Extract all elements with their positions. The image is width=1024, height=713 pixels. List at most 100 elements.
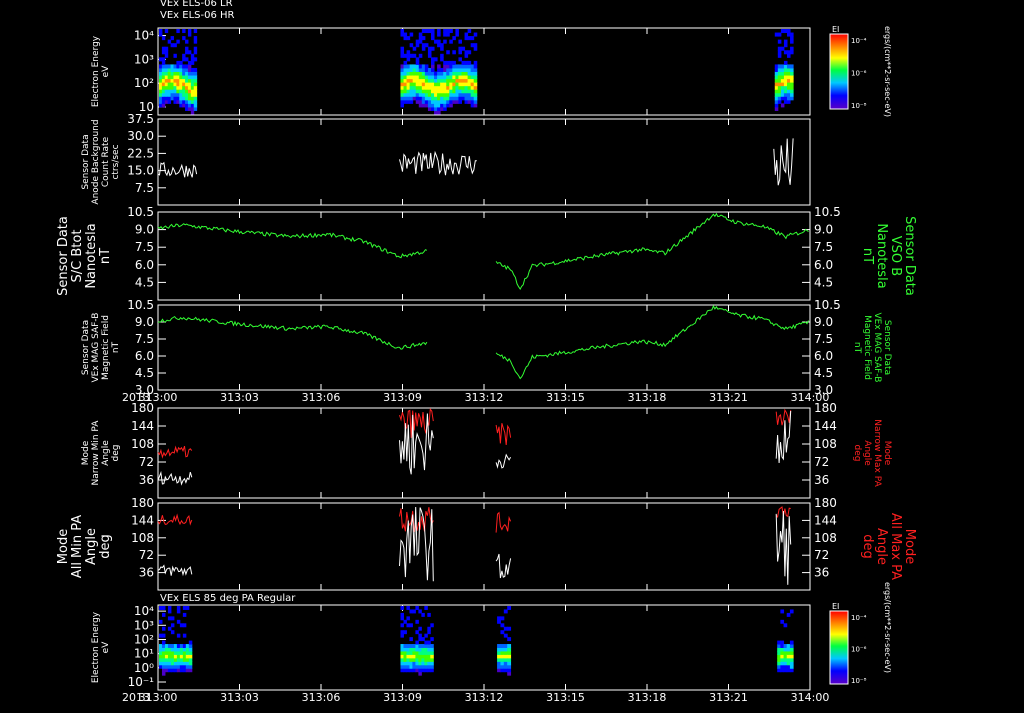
y-axis-label: nT [98, 248, 113, 264]
heatmap-cell [427, 29, 432, 34]
heatmap-cell [467, 71, 472, 76]
y-axis-label: Sensor Data [81, 134, 91, 189]
heatmap-cell [167, 67, 172, 72]
panel-frame [157, 604, 811, 691]
heatmap-cell [780, 75, 785, 80]
heatmap-cell [430, 92, 435, 97]
heatmap-cell [179, 647, 184, 652]
heatmap-cell [452, 50, 456, 55]
heatmap-cell [167, 75, 172, 80]
heatmap-cell [470, 75, 475, 80]
heatmap-cell [185, 64, 189, 69]
heatmap-cell [406, 57, 411, 62]
heatmap-cell [161, 103, 166, 108]
heatmap-cell [437, 78, 441, 83]
heatmap-cell [187, 78, 192, 83]
heatmap-cell [182, 633, 187, 638]
time-axis-label: 313:15 [546, 691, 585, 704]
heatmap-cell [461, 89, 466, 94]
panel-title: VEx ELS 85 deg PA Regular [160, 593, 296, 604]
y-tick-label: 10.5 [127, 205, 154, 219]
heatmap-cell [780, 71, 785, 76]
y-tick-label-right: 10.5 [814, 298, 841, 312]
heatmap-cell [452, 99, 456, 104]
heatmap-cell [430, 78, 435, 83]
heatmap-cell [440, 99, 444, 104]
y-axis-label-right: Angle [862, 440, 872, 466]
heatmap-cell [467, 36, 472, 41]
heatmap-cell [412, 92, 417, 97]
heatmap-cell [789, 664, 794, 669]
heatmap-cell [159, 619, 163, 624]
y-axis-label: deg [111, 445, 121, 462]
heatmap-cell [190, 92, 195, 97]
series-line [495, 553, 512, 579]
heatmap-cell [406, 67, 411, 72]
heatmap-cell [193, 96, 198, 101]
heatmap-cell [188, 647, 193, 652]
heatmap-cell [452, 82, 456, 87]
heatmap-cell [170, 71, 174, 76]
heatmap-cell [783, 654, 788, 659]
heatmap-cell [400, 78, 405, 83]
y-tick-label: 108 [131, 437, 154, 451]
heatmap-cell [409, 85, 414, 90]
heatmap-cell [434, 39, 438, 44]
heatmap-cell [497, 619, 501, 624]
heatmap-cell [412, 664, 416, 669]
heatmap-cell [790, 78, 794, 83]
heatmap-cell [182, 668, 187, 673]
heatmap-cell [427, 92, 432, 97]
heatmap-cell [786, 668, 791, 673]
time-axis-label: 313:12 [465, 691, 504, 704]
heatmap-cell [406, 75, 411, 80]
y-tick-label-right: 9.0 [814, 223, 833, 237]
heatmap-cell [415, 640, 419, 645]
heatmap-cell [167, 616, 172, 621]
heatmap-cell [774, 78, 779, 83]
heatmap-cell [783, 650, 788, 655]
y-axis-label-right: deg [860, 534, 875, 559]
heatmap-cell [461, 92, 466, 97]
heatmap-cell [403, 36, 408, 41]
heatmap-cell [187, 60, 192, 65]
heatmap-cell [418, 78, 423, 83]
heatmap-cell [446, 64, 450, 69]
heatmap-cell [412, 85, 417, 90]
heatmap-cell [500, 657, 505, 662]
heatmap-cell [415, 619, 419, 624]
heatmap-cell [412, 668, 416, 673]
heatmap-cell [455, 82, 459, 87]
heatmap-cell [400, 85, 405, 90]
heatmap-cell [437, 82, 441, 87]
heatmap-cell [500, 650, 505, 655]
heatmap-cell [780, 67, 785, 72]
heatmap-cell [783, 78, 788, 83]
heatmap-cell [176, 99, 180, 104]
colorbar-label: 10⁻⁴ [851, 37, 867, 45]
heatmap-cell [159, 71, 163, 76]
heatmap-cell [185, 71, 189, 76]
heatmap-cell [403, 92, 408, 97]
heatmap-cell [421, 657, 425, 662]
heatmap-cell [455, 96, 459, 101]
heatmap-cell [400, 664, 404, 669]
heatmap-cell [470, 64, 475, 69]
heatmap-cell [443, 60, 447, 65]
heatmap-cell [507, 644, 512, 648]
heatmap-cell [170, 82, 174, 87]
heatmap-cell [403, 64, 408, 69]
colorbar-units: ergs/(cm**2-sr-sec-eV) [883, 26, 892, 117]
heatmap-cell [777, 75, 782, 80]
heatmap-cell [790, 32, 794, 37]
heatmap-cell [786, 71, 791, 76]
y-tick-label-right: 144 [814, 513, 837, 527]
heatmap-cell [434, 78, 438, 83]
y-axis-label-right: Sensor Data [902, 216, 917, 296]
heatmap-cell [403, 78, 408, 83]
heatmap-cell [161, 96, 166, 101]
y-axis-label: eV [101, 641, 111, 654]
series-line [775, 510, 792, 585]
heatmap-cell [182, 650, 187, 655]
y-tick-label: 22.5 [127, 146, 154, 160]
